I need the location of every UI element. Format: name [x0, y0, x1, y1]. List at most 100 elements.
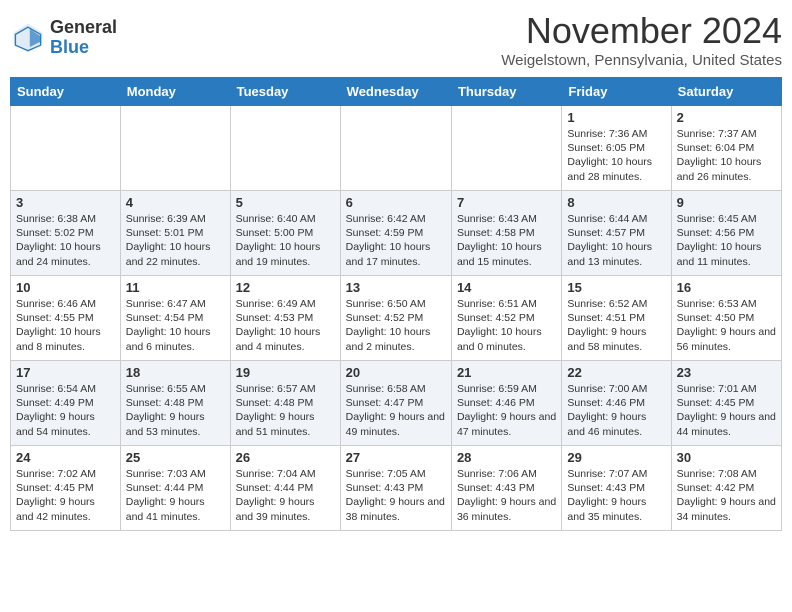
week-row-2: 3 Sunrise: 6:38 AMSunset: 5:02 PMDaylight…: [11, 191, 782, 276]
day-info: Sunrise: 7:37 AMSunset: 6:04 PMDaylight:…: [677, 127, 776, 184]
day-info: Sunrise: 6:59 AMSunset: 4:46 PMDaylight:…: [457, 382, 556, 439]
day-cell: 24 Sunrise: 7:02 AMSunset: 4:45 PMDayligh…: [11, 446, 121, 531]
location-title: Weigelstown, Pennsylvania, United States: [501, 52, 782, 69]
day-cell: 20 Sunrise: 6:58 AMSunset: 4:47 PMDayligh…: [340, 361, 451, 446]
day-number: 19: [236, 365, 335, 380]
day-info: Sunrise: 7:04 AMSunset: 4:44 PMDaylight:…: [236, 467, 335, 524]
day-cell: 7 Sunrise: 6:43 AMSunset: 4:58 PMDaylight…: [451, 191, 561, 276]
day-info: Sunrise: 6:50 AMSunset: 4:52 PMDaylight:…: [346, 297, 446, 354]
day-number: 28: [457, 450, 556, 465]
month-title: November 2024: [501, 10, 782, 52]
day-number: 7: [457, 195, 556, 210]
day-cell: 17 Sunrise: 6:54 AMSunset: 4:49 PMDayligh…: [11, 361, 121, 446]
logo: General Blue: [10, 18, 117, 58]
week-row-5: 24 Sunrise: 7:02 AMSunset: 4:45 PMDayligh…: [11, 446, 782, 531]
day-number: 1: [567, 110, 665, 125]
day-info: Sunrise: 6:54 AMSunset: 4:49 PMDaylight:…: [16, 382, 115, 439]
page-header: General Blue November 2024 Weigelstown, …: [10, 10, 782, 69]
day-number: 8: [567, 195, 665, 210]
day-number: 26: [236, 450, 335, 465]
day-cell: 9 Sunrise: 6:45 AMSunset: 4:56 PMDaylight…: [671, 191, 781, 276]
day-number: 24: [16, 450, 115, 465]
day-number: 5: [236, 195, 335, 210]
day-info: Sunrise: 6:52 AMSunset: 4:51 PMDaylight:…: [567, 297, 665, 354]
logo-general: General: [50, 17, 117, 37]
day-info: Sunrise: 6:43 AMSunset: 4:58 PMDaylight:…: [457, 212, 556, 269]
day-number: 17: [16, 365, 115, 380]
day-number: 2: [677, 110, 776, 125]
day-cell: 11Sunrise: 6:47 AMSunset: 4:54 PMDayligh…: [120, 276, 230, 361]
day-info: Sunrise: 6:46 AMSunset: 4:55 PMDaylight:…: [16, 297, 115, 354]
calendar-table: SundayMondayTuesdayWednesdayThursdayFrid…: [10, 77, 782, 531]
day-info: Sunrise: 7:36 AMSunset: 6:05 PMDaylight:…: [567, 127, 665, 184]
day-cell: 12Sunrise: 6:49 AMSunset: 4:53 PMDayligh…: [230, 276, 340, 361]
day-info: Sunrise: 7:07 AMSunset: 4:43 PMDaylight:…: [567, 467, 665, 524]
day-info: Sunrise: 6:57 AMSunset: 4:48 PMDaylight:…: [236, 382, 335, 439]
day-cell: 10 Sunrise: 6:46 AMSunset: 4:55 PMDayligh…: [11, 276, 121, 361]
day-info: Sunrise: 6:42 AMSunset: 4:59 PMDaylight:…: [346, 212, 446, 269]
day-info: Sunrise: 6:38 AMSunset: 5:02 PMDaylight:…: [16, 212, 115, 269]
day-info: Sunrise: 6:47 AMSunset: 4:54 PMDaylight:…: [126, 297, 225, 354]
day-cell: 18 Sunrise: 6:55 AMSunset: 4:48 PMDayligh…: [120, 361, 230, 446]
day-cell: 1 Sunrise: 7:36 AMSunset: 6:05 PMDaylight…: [562, 106, 671, 191]
day-cell: 21 Sunrise: 6:59 AMSunset: 4:46 PMDayligh…: [451, 361, 561, 446]
day-cell: 13Sunrise: 6:50 AMSunset: 4:52 PMDayligh…: [340, 276, 451, 361]
day-number: 27: [346, 450, 446, 465]
day-cell: 6 Sunrise: 6:42 AMSunset: 4:59 PMDaylight…: [340, 191, 451, 276]
day-number: 18: [126, 365, 225, 380]
day-number: 20: [346, 365, 446, 380]
day-cell: 26 Sunrise: 7:04 AMSunset: 4:44 PMDayligh…: [230, 446, 340, 531]
day-cell: 8 Sunrise: 6:44 AMSunset: 4:57 PMDaylight…: [562, 191, 671, 276]
day-cell: 19 Sunrise: 6:57 AMSunset: 4:48 PMDayligh…: [230, 361, 340, 446]
weekday-header-saturday: Saturday: [671, 78, 781, 106]
day-number: 4: [126, 195, 225, 210]
day-info: Sunrise: 6:44 AMSunset: 4:57 PMDaylight:…: [567, 212, 665, 269]
day-cell: 29 Sunrise: 7:07 AMSunset: 4:43 PMDayligh…: [562, 446, 671, 531]
day-cell: 15 Sunrise: 6:52 AMSunset: 4:51 PMDayligh…: [562, 276, 671, 361]
day-cell: 2 Sunrise: 7:37 AMSunset: 6:04 PMDaylight…: [671, 106, 781, 191]
day-info: Sunrise: 6:51 AMSunset: 4:52 PMDaylight:…: [457, 297, 556, 354]
day-info: Sunrise: 7:03 AMSunset: 4:44 PMDaylight:…: [126, 467, 225, 524]
weekday-header-wednesday: Wednesday: [340, 78, 451, 106]
day-info: Sunrise: 6:53 AMSunset: 4:50 PMDaylight:…: [677, 297, 776, 354]
day-number: 3: [16, 195, 115, 210]
day-cell: 30Sunrise: 7:08 AMSunset: 4:42 PMDayligh…: [671, 446, 781, 531]
day-number: 29: [567, 450, 665, 465]
day-info: Sunrise: 6:55 AMSunset: 4:48 PMDaylight:…: [126, 382, 225, 439]
day-number: 30: [677, 450, 776, 465]
day-number: 22: [567, 365, 665, 380]
day-cell: 25Sunrise: 7:03 AMSunset: 4:44 PMDayligh…: [120, 446, 230, 531]
day-cell: 22 Sunrise: 7:00 AMSunset: 4:46 PMDayligh…: [562, 361, 671, 446]
weekday-header-row: SundayMondayTuesdayWednesdayThursdayFrid…: [11, 78, 782, 106]
day-cell: 3 Sunrise: 6:38 AMSunset: 5:02 PMDaylight…: [11, 191, 121, 276]
day-number: 16: [677, 280, 776, 295]
weekday-header-thursday: Thursday: [451, 78, 561, 106]
day-number: 9: [677, 195, 776, 210]
day-number: 15: [567, 280, 665, 295]
day-info: Sunrise: 6:39 AMSunset: 5:01 PMDaylight:…: [126, 212, 225, 269]
day-cell: [340, 106, 451, 191]
day-info: Sunrise: 7:06 AMSunset: 4:43 PMDaylight:…: [457, 467, 556, 524]
day-cell: 28 Sunrise: 7:06 AMSunset: 4:43 PMDayligh…: [451, 446, 561, 531]
day-info: Sunrise: 7:02 AMSunset: 4:45 PMDaylight:…: [16, 467, 115, 524]
weekday-header-sunday: Sunday: [11, 78, 121, 106]
day-cell: 5 Sunrise: 6:40 AMSunset: 5:00 PMDaylight…: [230, 191, 340, 276]
day-number: 10: [16, 280, 115, 295]
day-number: 14: [457, 280, 556, 295]
day-info: Sunrise: 6:40 AMSunset: 5:00 PMDaylight:…: [236, 212, 335, 269]
day-cell: 27 Sunrise: 7:05 AMSunset: 4:43 PMDayligh…: [340, 446, 451, 531]
day-cell: [230, 106, 340, 191]
day-cell: 14 Sunrise: 6:51 AMSunset: 4:52 PMDayligh…: [451, 276, 561, 361]
logo-text: General Blue: [50, 18, 117, 58]
day-info: Sunrise: 7:00 AMSunset: 4:46 PMDaylight:…: [567, 382, 665, 439]
day-number: 23: [677, 365, 776, 380]
day-number: 6: [346, 195, 446, 210]
day-number: 21: [457, 365, 556, 380]
day-info: Sunrise: 6:45 AMSunset: 4:56 PMDaylight:…: [677, 212, 776, 269]
day-info: Sunrise: 6:58 AMSunset: 4:47 PMDaylight:…: [346, 382, 446, 439]
day-cell: 4 Sunrise: 6:39 AMSunset: 5:01 PMDaylight…: [120, 191, 230, 276]
day-info: Sunrise: 7:05 AMSunset: 4:43 PMDaylight:…: [346, 467, 446, 524]
day-cell: 16 Sunrise: 6:53 AMSunset: 4:50 PMDayligh…: [671, 276, 781, 361]
day-cell: [451, 106, 561, 191]
day-cell: [120, 106, 230, 191]
